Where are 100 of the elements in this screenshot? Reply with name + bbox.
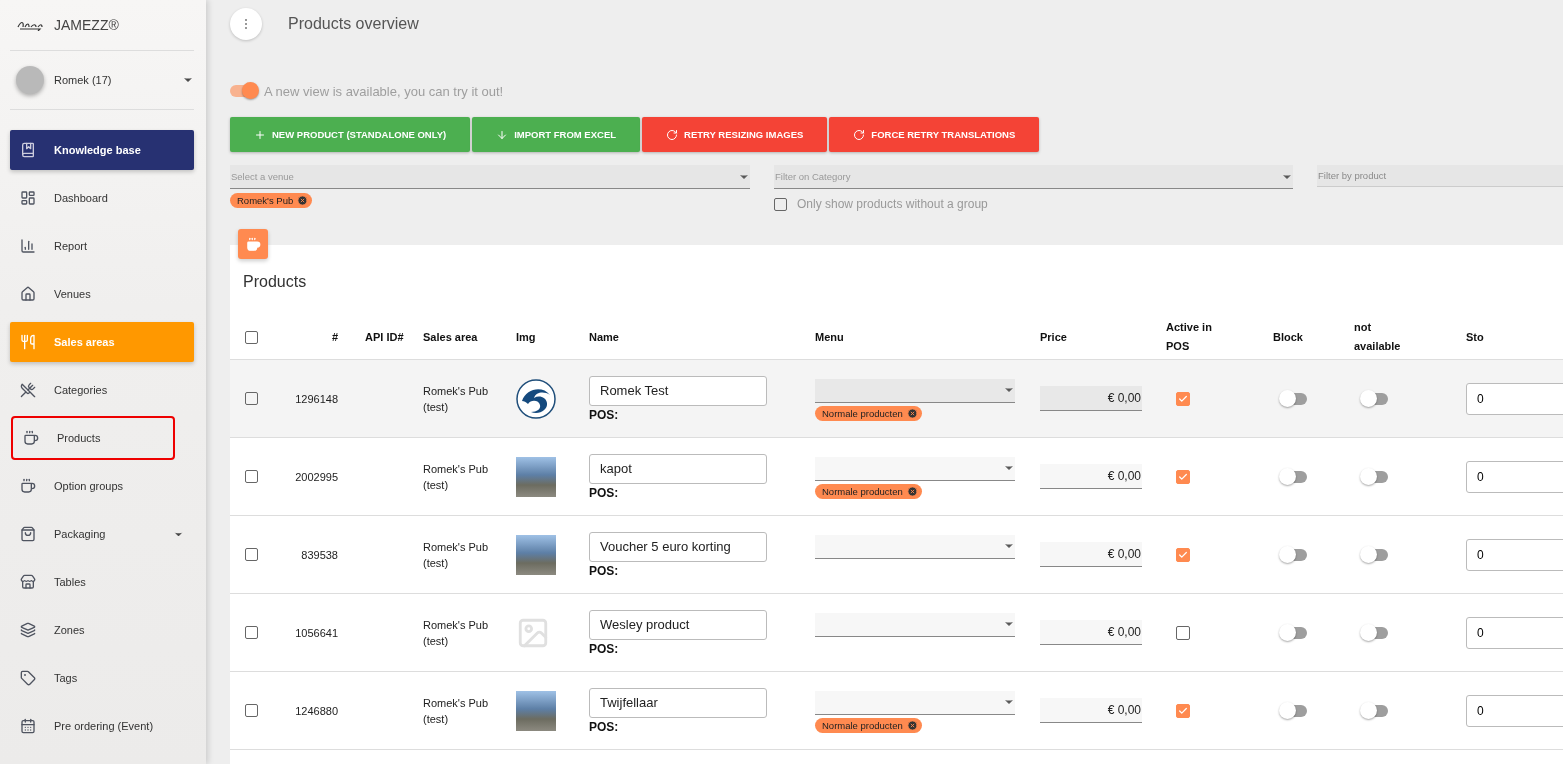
availability-switch[interactable] xyxy=(1362,392,1388,405)
active-checkbox[interactable] xyxy=(1176,547,1190,562)
name-input[interactable]: Twijfellaar xyxy=(589,687,767,718)
name-input[interactable]: Wesley product xyxy=(589,609,767,640)
more-icon xyxy=(244,18,248,30)
column-header: Sto xyxy=(1466,329,1485,345)
sidebar-item[interactable]: Venues xyxy=(10,274,194,314)
sidebar-item[interactable]: Categories xyxy=(10,370,194,410)
sidebar-item[interactable]: Option groups xyxy=(10,466,194,506)
sidebar-item[interactable]: Report xyxy=(10,226,194,266)
block-switch[interactable] xyxy=(1281,392,1307,405)
checkbox[interactable] xyxy=(774,197,787,211)
stock-input[interactable]: 0 xyxy=(1466,616,1563,649)
venue-chip[interactable]: Romek's Pub xyxy=(230,193,313,208)
sidebar-label: Sales areas xyxy=(54,336,116,348)
remove-icon[interactable] xyxy=(906,719,918,731)
availability-switch[interactable] xyxy=(1362,704,1388,717)
refresh-icon xyxy=(853,128,866,141)
bag-icon xyxy=(20,526,36,542)
sidebar-item[interactable]: Tags xyxy=(10,658,194,698)
refresh-icon xyxy=(666,128,679,141)
price-field[interactable]: € 0,00 xyxy=(1040,386,1142,411)
action-button[interactable]: RETRY RESIZING IMAGES xyxy=(642,117,828,152)
price-field[interactable]: € 0,00 xyxy=(1040,542,1142,567)
row-checkbox[interactable] xyxy=(245,626,258,639)
sidebar-label: Option groups xyxy=(54,480,125,492)
sidebar-label: Zones xyxy=(54,624,86,636)
sidebar-item[interactable]: Packaging xyxy=(10,514,194,554)
availability-switch[interactable] xyxy=(1362,470,1388,483)
photo-placeholder xyxy=(516,456,556,497)
check-icon xyxy=(1178,705,1188,716)
active-checkbox[interactable] xyxy=(1176,625,1190,640)
stock-input[interactable]: 0 xyxy=(1466,382,1563,415)
price-field[interactable]: € 0,00 xyxy=(1040,698,1142,723)
column-header: Menu xyxy=(815,329,845,345)
menu-select[interactable] xyxy=(815,456,1015,481)
remove-icon[interactable] xyxy=(297,195,309,206)
card-title: Products xyxy=(242,273,308,292)
page-title: Products overview xyxy=(288,15,419,33)
name-input[interactable]: kapot xyxy=(589,453,767,484)
stock-input[interactable]: 0 xyxy=(1466,538,1563,571)
sidebar-item[interactable]: Dashboard xyxy=(10,178,194,218)
photo-placeholder xyxy=(516,690,556,731)
menu-select[interactable] xyxy=(815,378,1015,403)
sidebar-item[interactable]: Pre ordering (Event) xyxy=(10,706,194,746)
active-checkbox[interactable] xyxy=(1176,469,1190,484)
row-checkbox[interactable] xyxy=(245,704,258,717)
action-button[interactable]: FORCE RETRY TRANSLATIONS xyxy=(829,117,1040,152)
column-header: Name xyxy=(589,329,620,345)
column-header: Price xyxy=(1040,329,1068,345)
name-input[interactable]: Voucher 5 euro korting xyxy=(589,531,767,562)
row-checkbox[interactable] xyxy=(245,470,258,483)
row-checkbox[interactable] xyxy=(245,548,258,561)
menu-chip[interactable]: Normale producten xyxy=(815,483,922,499)
check-icon xyxy=(1178,549,1188,560)
id-cell-text: 1296148 xyxy=(294,391,339,407)
sidebar-label: Report xyxy=(54,240,89,252)
new-view-switch[interactable] xyxy=(230,85,256,97)
block-switch[interactable] xyxy=(1281,704,1307,717)
select-all-checkbox[interactable] xyxy=(245,330,258,344)
sales-area-cell-text: Romek's Pub (test) xyxy=(423,539,490,571)
plus-icon xyxy=(254,128,266,141)
menu-chip[interactable]: Normale producten xyxy=(815,405,922,421)
block-switch[interactable] xyxy=(1281,626,1307,639)
logo-image xyxy=(516,378,556,419)
sidebar-item[interactable]: Products xyxy=(13,418,173,458)
price-field[interactable]: € 0,00 xyxy=(1040,464,1142,489)
crossed-utensils-icon xyxy=(20,382,36,398)
layers-icon xyxy=(20,622,36,638)
name-input[interactable]: Romek Test xyxy=(589,375,767,406)
block-switch[interactable] xyxy=(1281,548,1307,561)
menu-select[interactable] xyxy=(815,612,1015,637)
menu-chip[interactable]: Normale producten xyxy=(815,717,922,733)
row-checkbox[interactable] xyxy=(245,392,258,405)
block-switch[interactable] xyxy=(1281,470,1307,483)
availability-switch[interactable] xyxy=(1362,548,1388,561)
sidebar-label: Categories xyxy=(54,384,109,396)
availability-switch[interactable] xyxy=(1362,626,1388,639)
remove-icon[interactable] xyxy=(906,485,918,497)
stock-input[interactable]: 0 xyxy=(1466,694,1563,727)
sales-area-cell-text: Romek's Pub (test) xyxy=(423,617,490,649)
id-cell-text: 2002995 xyxy=(294,469,339,485)
product-filter-field[interactable]: Filter by product xyxy=(1317,165,1563,187)
price-field[interactable]: € 0,00 xyxy=(1040,620,1142,645)
sidebar-item[interactable]: Knowledge base xyxy=(10,130,194,170)
sidebar-item[interactable]: Zones xyxy=(10,610,194,650)
remove-icon[interactable] xyxy=(906,407,918,419)
sidebar-label: Venues xyxy=(54,288,92,300)
check-icon xyxy=(1178,393,1188,404)
pos-label: POS: xyxy=(589,719,620,734)
column-header: Active in POS xyxy=(1166,320,1213,354)
sidebar-label: Knowledge base xyxy=(54,144,142,156)
sidebar-item[interactable]: Tables xyxy=(10,562,194,602)
calendar-icon xyxy=(20,718,36,734)
menu-select[interactable] xyxy=(815,690,1015,715)
active-checkbox[interactable] xyxy=(1176,703,1190,718)
stock-input[interactable]: 0 xyxy=(1466,460,1563,493)
sidebar-label: Pre ordering (Event) xyxy=(54,720,155,732)
menu-select[interactable] xyxy=(815,534,1015,559)
active-checkbox[interactable] xyxy=(1176,391,1190,406)
